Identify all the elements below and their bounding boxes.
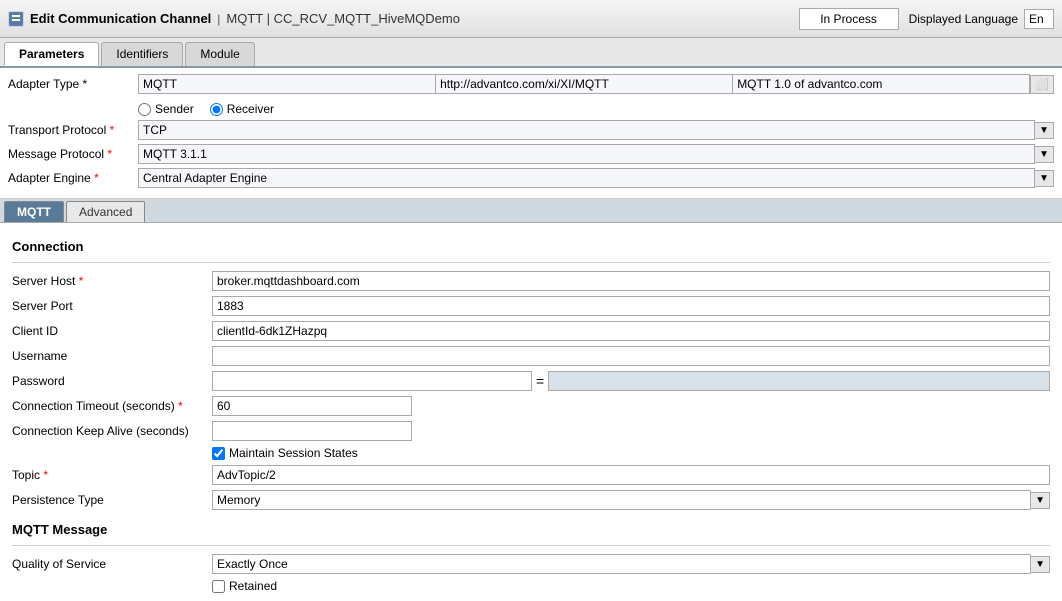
client-id-row: Client ID	[12, 321, 1050, 341]
transport-protocol-input[interactable]	[138, 120, 1035, 140]
status-badge: In Process	[799, 8, 899, 30]
adapter-copy-button[interactable]: ⬜	[1030, 75, 1054, 94]
client-id-input[interactable]	[212, 321, 1050, 341]
transport-protocol-row: Transport Protocol * ▼	[8, 120, 1054, 140]
tab-module[interactable]: Module	[185, 42, 254, 66]
mqtt-message-section: MQTT Message Quality of Service ▼ Retain…	[12, 522, 1050, 593]
header-separator: |	[217, 12, 220, 26]
sub-tab-advanced[interactable]: Advanced	[66, 201, 145, 222]
persistence-type-control: ▼	[212, 490, 1050, 510]
adapter-engine-input[interactable]	[138, 168, 1035, 188]
server-host-input[interactable]	[212, 271, 1050, 291]
password-label: Password	[12, 374, 212, 388]
retained-label: Retained	[229, 579, 277, 593]
form-area: Adapter Type * ⬜ Sender Receiver Transpo…	[0, 68, 1062, 199]
maintain-session-item: Maintain Session States	[212, 446, 358, 460]
persistence-type-row: Persistence Type ▼	[12, 490, 1050, 510]
maintain-session-row: Maintain Session States	[12, 446, 1050, 460]
conn-keepalive-input[interactable]	[212, 421, 412, 441]
persistence-type-input[interactable]	[212, 490, 1031, 510]
persistence-type-label: Persistence Type	[12, 493, 212, 507]
page-title: Edit Communication Channel	[30, 11, 211, 26]
conn-timeout-label: Connection Timeout (seconds) *	[12, 399, 212, 413]
adapter-engine-label: Adapter Engine *	[8, 171, 138, 185]
adapter-engine-control: ▼	[138, 168, 1054, 188]
adapter-type-fields	[138, 74, 1030, 94]
app-icon	[8, 11, 24, 27]
connection-section: Connection Server Host * Server Port Cli…	[12, 239, 1050, 510]
receiver-label: Receiver	[227, 102, 274, 116]
topic-row: Topic *	[12, 465, 1050, 485]
receiver-radio-item: Receiver	[210, 102, 274, 116]
message-protocol-row: Message Protocol * ▼	[8, 144, 1054, 164]
message-protocol-input[interactable]	[138, 144, 1035, 164]
server-host-row: Server Host *	[12, 271, 1050, 291]
connection-divider	[12, 262, 1050, 263]
topic-label: Topic *	[12, 468, 212, 482]
qos-control: ▼	[212, 554, 1050, 574]
transport-protocol-dropdown-btn[interactable]: ▼	[1035, 122, 1054, 139]
conn-keepalive-row: Connection Keep Alive (seconds)	[12, 421, 1050, 441]
adapter-type-value2[interactable]	[435, 74, 732, 94]
username-label: Username	[12, 349, 212, 363]
sender-label: Sender	[155, 102, 194, 116]
adapter-type-value1[interactable]	[138, 74, 435, 94]
lang-label: Displayed Language	[909, 12, 1018, 26]
server-port-input[interactable]	[212, 296, 1050, 316]
equals-icon: =	[536, 373, 544, 389]
password-input[interactable]	[212, 371, 532, 391]
qos-input[interactable]	[212, 554, 1031, 574]
sub-tab-bar: MQTT Advanced	[0, 199, 1062, 223]
server-host-label: Server Host *	[12, 274, 212, 288]
password-fields: =	[212, 371, 1050, 391]
mqtt-message-title: MQTT Message	[12, 522, 1050, 537]
header-breadcrumb: MQTT | CC_RCV_MQTT_HiveMQDemo	[226, 11, 798, 26]
tab-parameters[interactable]: Parameters	[4, 42, 99, 66]
tab-identifiers[interactable]: Identifiers	[101, 42, 183, 66]
retained-checkbox[interactable]	[212, 580, 225, 593]
password-row: Password =	[12, 371, 1050, 391]
server-port-row: Server Port	[12, 296, 1050, 316]
content-area: Connection Server Host * Server Port Cli…	[0, 223, 1062, 601]
conn-keepalive-label: Connection Keep Alive (seconds)	[12, 424, 212, 438]
username-row: Username	[12, 346, 1050, 366]
sender-radio-item: Sender	[138, 102, 194, 116]
conn-timeout-row: Connection Timeout (seconds) *	[12, 396, 1050, 416]
lang-input[interactable]	[1024, 9, 1054, 29]
qos-label: Quality of Service	[12, 557, 212, 571]
header: Edit Communication Channel | MQTT | CC_R…	[0, 0, 1062, 38]
adapter-engine-row: Adapter Engine * ▼	[8, 168, 1054, 188]
adapter-type-value3[interactable]	[732, 74, 1030, 94]
transport-protocol-control: ▼	[138, 120, 1054, 140]
maintain-session-checkbox[interactable]	[212, 447, 225, 460]
adapter-type-row: Adapter Type * ⬜	[8, 74, 1054, 94]
retained-row: Retained	[12, 579, 1050, 593]
adapter-type-label: Adapter Type *	[8, 77, 138, 91]
sub-tab-mqtt[interactable]: MQTT	[4, 201, 64, 222]
persistence-type-dropdown-btn[interactable]: ▼	[1031, 492, 1050, 509]
mqtt-message-divider	[12, 545, 1050, 546]
message-protocol-control: ▼	[138, 144, 1054, 164]
connection-section-title: Connection	[12, 239, 1050, 254]
retained-item: Retained	[212, 579, 277, 593]
message-protocol-dropdown-btn[interactable]: ▼	[1035, 146, 1054, 163]
qos-row: Quality of Service ▼	[12, 554, 1050, 574]
conn-timeout-input[interactable]	[212, 396, 412, 416]
direction-row: Sender Receiver	[8, 98, 1054, 120]
topic-input[interactable]	[212, 465, 1050, 485]
adapter-engine-dropdown-btn[interactable]: ▼	[1035, 170, 1054, 187]
password-confirm-input[interactable]	[548, 371, 1050, 391]
qos-dropdown-btn[interactable]: ▼	[1031, 556, 1050, 573]
client-id-label: Client ID	[12, 324, 212, 338]
transport-protocol-label: Transport Protocol *	[8, 123, 138, 137]
message-protocol-label: Message Protocol *	[8, 147, 138, 161]
sender-radio[interactable]	[138, 103, 151, 116]
server-port-label: Server Port	[12, 299, 212, 313]
receiver-radio[interactable]	[210, 103, 223, 116]
top-tab-bar: Parameters Identifiers Module	[0, 38, 1062, 68]
username-input[interactable]	[212, 346, 1050, 366]
maintain-session-label: Maintain Session States	[229, 446, 358, 460]
